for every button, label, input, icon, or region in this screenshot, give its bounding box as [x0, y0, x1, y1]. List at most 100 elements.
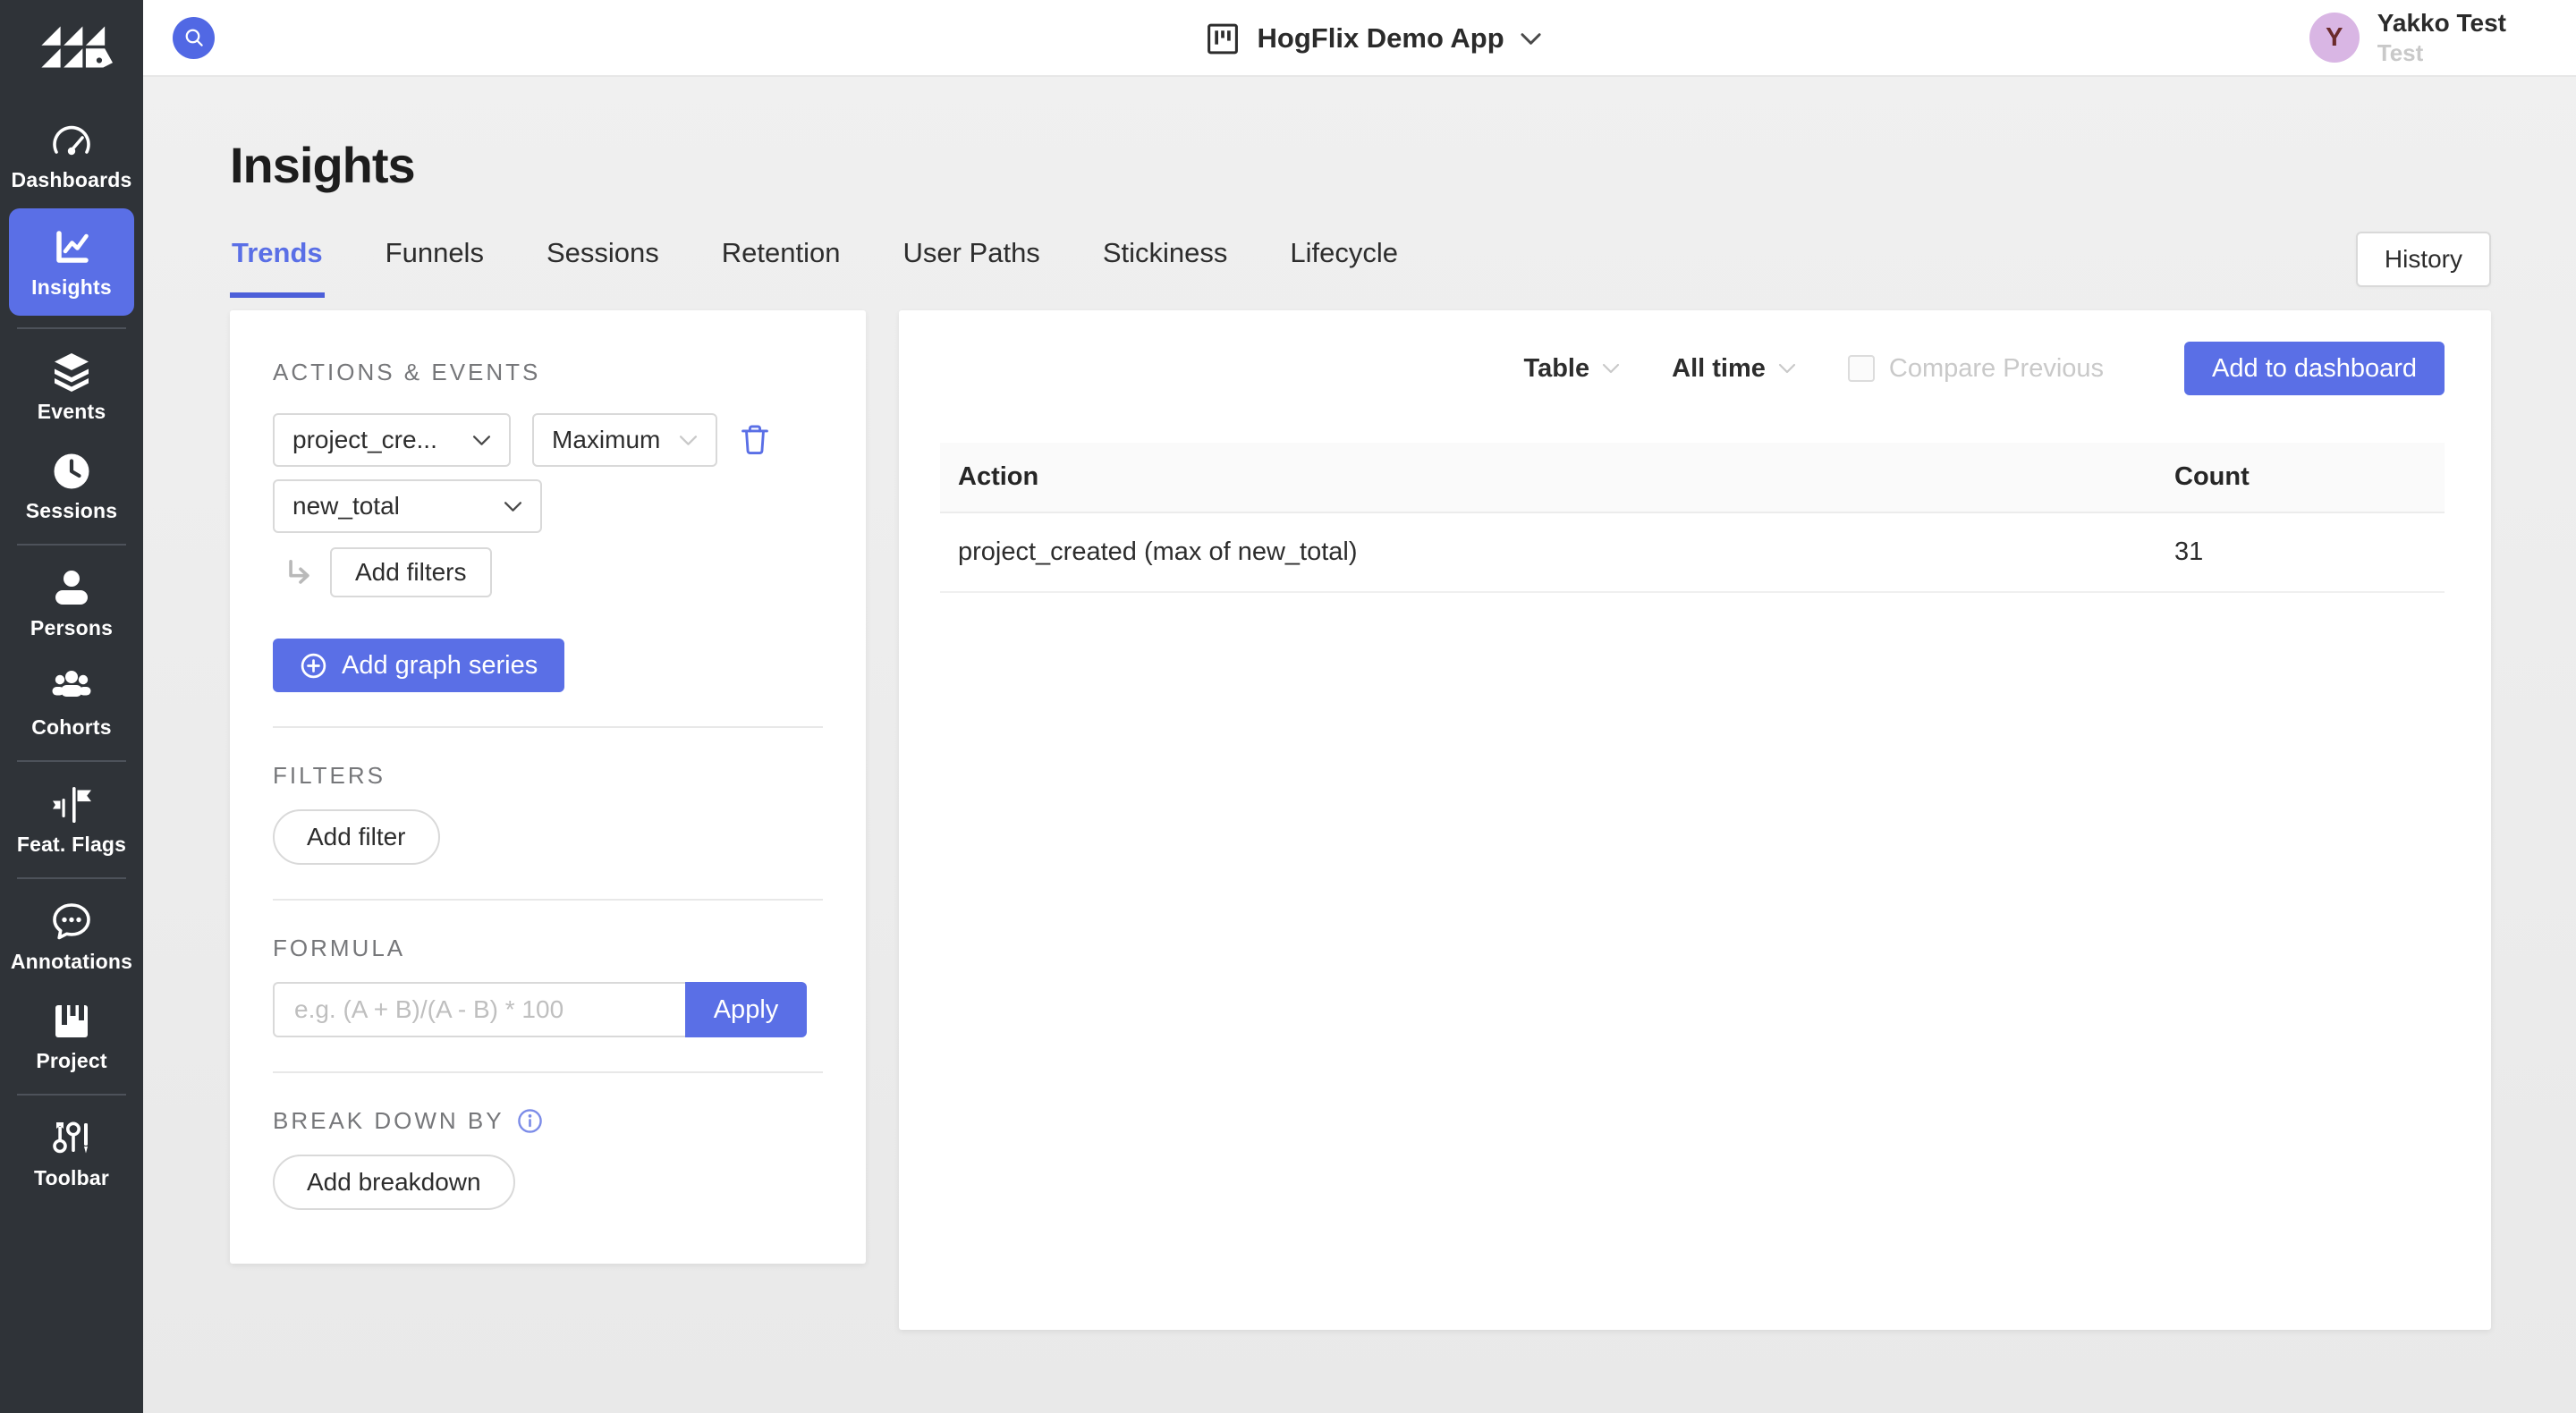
project-board-icon	[50, 1000, 93, 1043]
sidebar-item-feature-flags[interactable]: Feat. Flags	[0, 770, 143, 869]
table-row: project_created (max of new_total) 31	[940, 512, 2445, 592]
project-icon	[1205, 21, 1241, 57]
sidebar-item-label: Dashboards	[12, 168, 132, 192]
sidebar-item-annotations[interactable]: Annotations	[0, 887, 143, 986]
sidebar-item-label: Cohorts	[31, 715, 112, 740]
project-name: HogFlix Demo App	[1258, 22, 1504, 55]
compare-previous-checkbox[interactable]	[1848, 355, 1875, 382]
add-breakdown-button[interactable]: Add breakdown	[273, 1155, 515, 1210]
topbar: HogFlix Demo App Y Yakko Test Test	[143, 0, 2576, 77]
series-row: project_cre... Maximum	[273, 413, 823, 467]
property-select[interactable]: new_total	[273, 479, 542, 533]
chevron-down-icon	[472, 435, 491, 446]
sidebar-item-label: Sessions	[26, 499, 118, 523]
sidebar-item-insights[interactable]: Insights	[9, 208, 134, 316]
filters-label: FILTERS	[273, 762, 823, 790]
tab-trends[interactable]: Trends	[230, 237, 325, 298]
clock-icon	[50, 450, 93, 493]
add-graph-series-label: Add graph series	[342, 651, 538, 681]
sidebar-item-label: Annotations	[11, 950, 132, 974]
tab-lifecycle[interactable]: Lifecycle	[1288, 237, 1400, 298]
compare-previous-label: Compare Previous	[1889, 354, 2104, 384]
actions-events-label: ACTIONS & EVENTS	[273, 359, 823, 386]
chevron-down-icon	[1521, 32, 1542, 46]
section-divider	[273, 899, 823, 901]
add-graph-series-button[interactable]: Add graph series	[273, 639, 564, 692]
add-filters-button[interactable]: Add filters	[330, 547, 492, 597]
tab-user-paths[interactable]: User Paths	[901, 237, 1041, 298]
column-header-action: Action	[940, 443, 2157, 512]
formula-label: FORMULA	[273, 935, 823, 962]
sidebar-item-label: Project	[36, 1049, 106, 1073]
math-select-value: Maximum	[552, 426, 660, 454]
sidebar-item-label: Insights	[31, 275, 112, 300]
sidebar-divider	[17, 544, 126, 546]
formula-input[interactable]	[273, 982, 685, 1037]
project-switcher[interactable]: HogFlix Demo App	[1205, 0, 1542, 77]
tools-icon	[50, 1117, 93, 1160]
sidebar-divider	[17, 760, 126, 762]
results-panel: Table All time Compare Previous	[899, 310, 2491, 1330]
sidebar-item-dashboards[interactable]: Dashboards	[0, 106, 143, 205]
sidebar-item-sessions[interactable]: Sessions	[0, 436, 143, 536]
breakdown-label-text: BREAK DOWN BY	[273, 1107, 504, 1135]
sidebar-nav: Dashboards Insights	[0, 106, 143, 1203]
delete-series-button[interactable]	[739, 423, 771, 457]
property-select-value: new_total	[292, 492, 400, 520]
apply-formula-button[interactable]: Apply	[685, 982, 807, 1037]
add-filter-button[interactable]: Add filter	[273, 809, 440, 865]
tab-funnels[interactable]: Funnels	[384, 237, 486, 298]
sidebar-item-events[interactable]: Events	[0, 337, 143, 436]
search-button[interactable]	[173, 17, 215, 59]
tab-stickiness[interactable]: Stickiness	[1101, 237, 1230, 298]
query-panel: ACTIONS & EVENTS project_cre... Maximum	[230, 310, 866, 1264]
content-cards: ACTIONS & EVENTS project_cre... Maximum	[230, 310, 2491, 1330]
message-icon	[50, 901, 93, 943]
date-range-select[interactable]: All time	[1672, 354, 1796, 384]
compare-previous-option: Compare Previous	[1848, 354, 2104, 384]
breakdown-label: BREAK DOWN BY	[273, 1107, 823, 1135]
trash-icon	[739, 423, 771, 457]
insight-tabs: Trends Funnels Sessions Retention User P…	[230, 237, 1400, 298]
sidebar-item-cohorts[interactable]: Cohorts	[0, 653, 143, 752]
action-cell: project_created (max of new_total)	[940, 512, 2157, 592]
table-header-row: Action Count	[940, 443, 2445, 512]
app-screen: Dashboards Insights	[0, 0, 2576, 1413]
sidebar-item-toolbar[interactable]: Toolbar	[0, 1104, 143, 1203]
chevron-down-icon	[504, 501, 522, 512]
posthog-logo-icon	[30, 18, 113, 82]
layers-icon	[50, 351, 93, 393]
date-range-value: All time	[1672, 354, 1766, 384]
sidebar-item-label: Toolbar	[34, 1166, 109, 1190]
history-button[interactable]: History	[2356, 232, 2491, 287]
event-select-value: project_cre...	[292, 426, 437, 454]
info-icon[interactable]	[517, 1108, 543, 1134]
insight-tabs-row: Trends Funnels Sessions Retention User P…	[230, 232, 2491, 303]
sidebar-divider	[17, 877, 126, 879]
user-name: Yakko Test	[2377, 7, 2506, 38]
sidebar-item-label: Persons	[30, 616, 113, 640]
sidebar-item-project[interactable]: Project	[0, 986, 143, 1086]
math-select[interactable]: Maximum	[532, 413, 717, 467]
display-type-value: Table	[1524, 354, 1590, 384]
line-chart-icon	[50, 226, 93, 269]
indent-arrow-icon	[285, 558, 316, 587]
formula-row: Apply	[273, 982, 823, 1037]
sidebar-item-label: Events	[38, 400, 106, 424]
column-header-count: Count	[2157, 443, 2445, 512]
tab-retention[interactable]: Retention	[720, 237, 843, 298]
tab-sessions[interactable]: Sessions	[545, 237, 661, 298]
sidebar-item-persons[interactable]: Persons	[0, 554, 143, 653]
chevron-down-icon	[1602, 363, 1620, 374]
event-select[interactable]: project_cre...	[273, 413, 511, 467]
sidebar-item-label: Feat. Flags	[17, 833, 126, 857]
section-divider	[273, 726, 823, 728]
add-to-dashboard-button[interactable]: Add to dashboard	[2184, 342, 2445, 395]
user-menu[interactable]: Y Yakko Test Test	[2309, 7, 2506, 68]
results-controls: Table All time Compare Previous	[940, 341, 2445, 396]
section-divider	[273, 1071, 823, 1073]
user-organization: Test	[2377, 38, 2506, 68]
search-icon	[181, 24, 208, 51]
avatar: Y	[2309, 13, 2360, 63]
display-type-select[interactable]: Table	[1524, 354, 1621, 384]
